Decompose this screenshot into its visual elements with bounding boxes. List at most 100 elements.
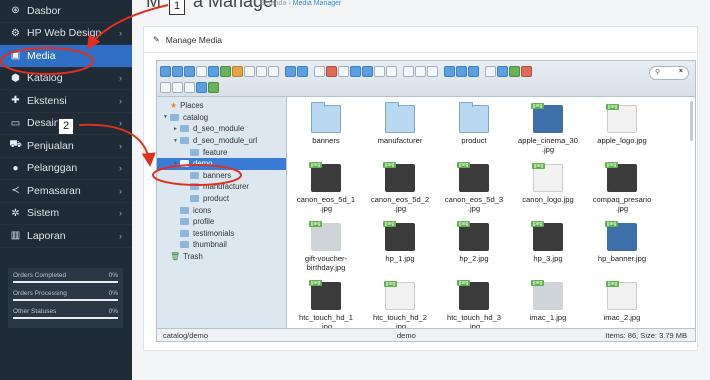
stat-label: Orders Completed — [13, 272, 67, 279]
sidebar-item-laporan[interactable]: ▥ Laporan › — [0, 225, 132, 248]
tree-node-feature[interactable]: feature — [157, 146, 286, 158]
search-field[interactable]: ⚲ × — [649, 66, 689, 80]
toolbar-button[interactable] — [521, 66, 532, 77]
callout-1: 1 — [169, 0, 185, 15]
toolbar-button[interactable] — [220, 66, 231, 77]
toolbar-button[interactable] — [172, 66, 183, 77]
caret-right-icon[interactable]: ► — [173, 126, 180, 132]
file-item[interactable]: jpeg canon_eos_5d_3 .jpg — [438, 162, 510, 213]
caret-down-icon[interactable]: ▼ — [173, 161, 180, 167]
chevron-right-icon: › — [119, 73, 122, 84]
file-item[interactable]: jpeg hp_1.jpg — [364, 221, 436, 263]
file-item[interactable]: jpeg canon_eos_5d_1 .jpg — [290, 162, 362, 213]
tree-node-d-seo-module[interactable]: ► d_seo_module — [157, 123, 286, 135]
file-item[interactable]: jpeg htc_touch_hd_2 .jpg — [364, 281, 436, 330]
toolbar-button[interactable] — [338, 66, 349, 77]
toolbar-button[interactable] — [456, 66, 467, 77]
caret-down-icon[interactable]: ▼ — [163, 114, 170, 120]
image-thumbnail: jpeg — [605, 162, 637, 192]
toolbar-separator — [480, 66, 484, 77]
tree-node-catalog[interactable]: ▼ catalog — [157, 112, 286, 124]
folder-item[interactable]: product — [438, 102, 510, 145]
folder-item[interactable]: manufacturer — [364, 102, 436, 145]
scrollbar[interactable] — [690, 101, 693, 141]
toolbar-button[interactable] — [285, 66, 296, 77]
toolbar-button[interactable] — [362, 66, 373, 77]
sidebar-item-penjualan[interactable]: ⛟ Penjualan › — [0, 135, 132, 158]
toolbar-button[interactable] — [208, 66, 219, 77]
toolbar-button[interactable] — [326, 66, 337, 77]
sidebar-item-sistem[interactable]: ✲ Sistem › — [0, 203, 132, 225]
toolbar-button[interactable] — [374, 66, 385, 77]
folder-icon — [459, 102, 489, 133]
toolbar-button[interactable] — [196, 82, 207, 93]
tree-node-demo[interactable]: ▼ demo — [157, 157, 286, 170]
tree-node-testimonials[interactable]: testimonials — [157, 228, 286, 240]
file-item[interactable]: jpeg imac_2.jpg — [586, 281, 658, 322]
toolbar-button[interactable] — [509, 66, 520, 77]
file-name: imac_2.jpg — [603, 313, 641, 322]
file-item[interactable]: jpeg gift-voucher- birthday.jpg — [290, 221, 362, 272]
file-item[interactable]: jpeg htc_touch_hd_1 .jpg — [290, 280, 362, 330]
toolbar-button[interactable] — [415, 66, 426, 77]
file-item[interactable]: jpeg hp_2.jpg — [438, 221, 510, 263]
folder-item[interactable]: banners — [290, 102, 362, 145]
clear-icon[interactable]: × — [679, 68, 683, 75]
toolbar-button[interactable] — [172, 82, 183, 93]
toolbar-button[interactable] — [184, 82, 195, 93]
tree-node-d-seo-module-url[interactable]: ▼ d_seo_module_url — [157, 135, 286, 147]
toolbar-button[interactable] — [256, 66, 267, 77]
sidebar-item-hp-web-design[interactable]: ⚙ HP Web Design › — [0, 23, 132, 45]
toolbar-button[interactable] — [403, 66, 414, 77]
file-item[interactable]: jpeg canon_logo.jpg — [512, 163, 584, 204]
tree-node-profile[interactable]: profile — [157, 216, 286, 228]
toolbar-button[interactable] — [196, 66, 207, 77]
pencil-icon: ✎ — [153, 35, 160, 44]
sidebar-item-media[interactable]: ▣ Media — [0, 45, 132, 68]
file-item[interactable]: jpeg hp_3.jpg — [512, 221, 584, 263]
toolbar-button[interactable] — [468, 66, 479, 77]
toolbar-button[interactable] — [244, 66, 255, 77]
sidebar-item-pemasaran[interactable]: ≺ Pemasaran › — [0, 180, 132, 203]
tree-node-thumbnail[interactable]: thumbnail — [157, 239, 286, 251]
toolbar-button[interactable] — [497, 66, 508, 77]
file-item[interactable]: jpeg apple_logo.jpg — [586, 104, 658, 145]
toolbar-button[interactable] — [314, 66, 325, 77]
monitor-icon: ▭ — [10, 117, 21, 129]
sidebar-item-dasbor[interactable]: ⊛ Dasbor — [0, 0, 132, 23]
file-item[interactable]: jpeg canon_eos_5d_2 .jpg — [364, 162, 436, 213]
file-item[interactable]: jpeg htc_touch_hd_3 .jpg — [438, 280, 510, 330]
toolbar-button[interactable] — [444, 66, 455, 77]
toolbar-button[interactable] — [160, 66, 171, 77]
sidebar-item-pelanggan[interactable]: ● Pelanggan › — [0, 158, 132, 180]
tree-node-icons[interactable]: icons — [157, 204, 286, 216]
toolbar-separator — [280, 66, 284, 77]
toolbar-button[interactable] — [350, 66, 361, 77]
file-item[interactable]: jpeg imac_1.jpg — [512, 280, 584, 322]
image-thumbnail: jpeg — [531, 103, 563, 133]
toolbar-button[interactable] — [184, 66, 195, 77]
toolbar-button[interactable] — [268, 66, 279, 77]
tree-node-product[interactable]: product — [157, 193, 286, 205]
toolbar-button[interactable] — [427, 66, 438, 77]
sidebar-item-katalog[interactable]: ⬢ Katalog › — [0, 68, 132, 90]
folder-icon — [180, 229, 189, 237]
caret-down-icon[interactable]: ▼ — [173, 138, 180, 144]
sidebar-item-ekstensi[interactable]: ✚ Ekstensi › — [0, 90, 132, 113]
toolbar-button[interactable] — [485, 66, 496, 77]
toolbar-button[interactable] — [386, 66, 397, 77]
sidebar-item-label: Laporan — [27, 229, 66, 242]
tree-node-manufacturer[interactable]: manufacturer — [157, 181, 286, 193]
tree-node-trash[interactable]: 🗑 Trash — [157, 251, 286, 263]
file-item[interactable]: jpeg compaq_presario .jpg — [586, 162, 658, 213]
breadcrumb-home[interactable]: Beranda — [260, 0, 286, 7]
toolbar-button[interactable] — [160, 82, 171, 93]
tree-node-banners[interactable]: banners — [157, 170, 286, 182]
breadcrumb-current[interactable]: Media Manager — [293, 0, 342, 7]
file-item[interactable]: jpeg apple_cinema_30 .jpg — [512, 103, 584, 154]
toolbar-button[interactable] — [208, 82, 219, 93]
toolbar-button[interactable] — [297, 66, 308, 77]
toolbar-button[interactable] — [232, 66, 243, 77]
file-item[interactable]: jpeg hp_banner.jpg — [586, 221, 658, 263]
tree-node-places[interactable]: ★ Places — [157, 100, 286, 112]
